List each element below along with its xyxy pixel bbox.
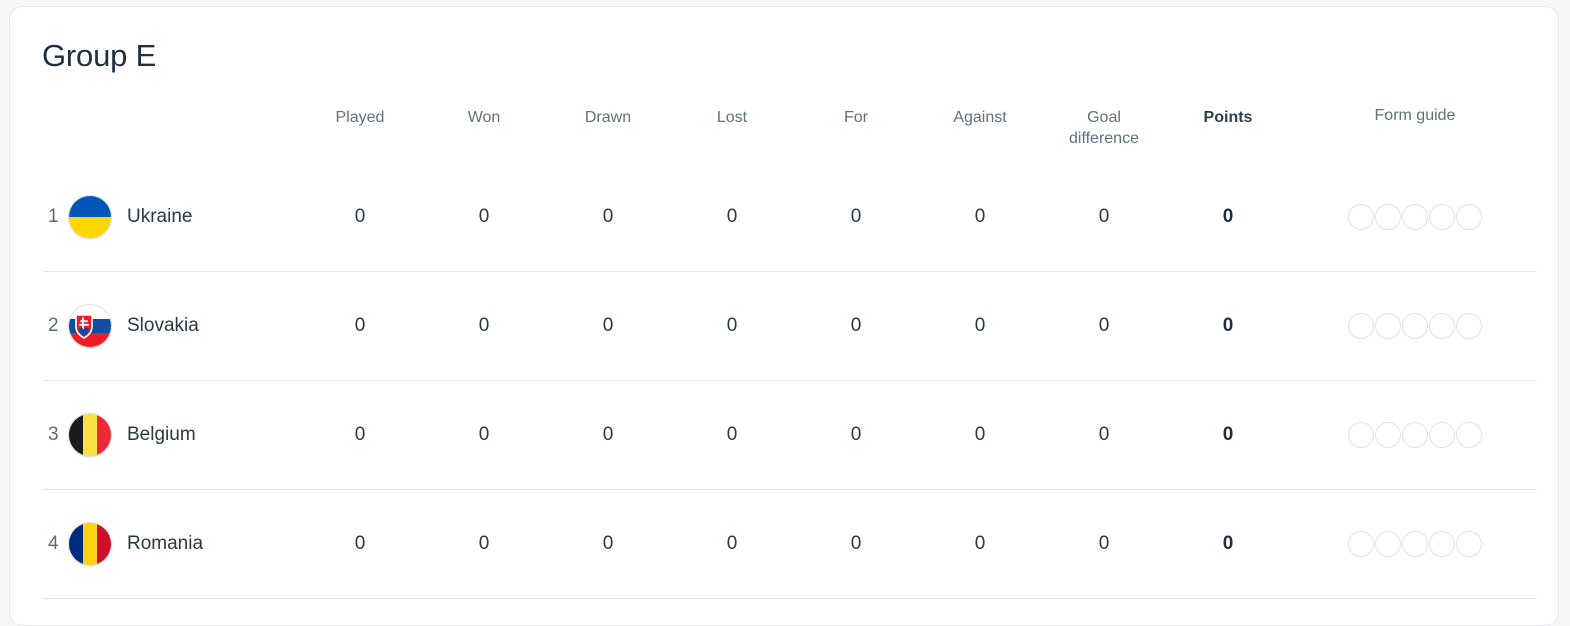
form-guide-cell [1290, 422, 1540, 448]
team-cell[interactable]: 2 Slovakia [43, 305, 298, 347]
cell-points: 0 [1222, 533, 1234, 554]
team-cell[interactable]: 1 Ukraine [43, 196, 298, 238]
header-played: Played [335, 109, 385, 126]
standings-table: Played Won Drawn Lost For Against Goal d… [43, 99, 1537, 599]
table-row-belgium[interactable]: 3 Belgium 0 0 0 0 0 0 0 0 [43, 381, 1537, 490]
cell-goal-difference: 0 [1098, 424, 1110, 445]
cell-played: 0 [354, 533, 366, 554]
cell-points: 0 [1222, 315, 1234, 336]
cell-for: 0 [850, 206, 862, 227]
form-guide-circle-5[interactable] [1455, 313, 1482, 339]
form-guide-cell [1290, 313, 1540, 339]
cell-against: 0 [974, 424, 986, 445]
team-name: Romania [127, 533, 204, 554]
team-cell[interactable]: 4 Romania [43, 523, 298, 565]
cell-against: 0 [974, 533, 986, 554]
form-guide-circle-5[interactable] [1455, 422, 1482, 448]
team-name: Belgium [127, 424, 196, 445]
form-guide-circle-2[interactable] [1374, 204, 1401, 230]
rank-number: 3 [48, 424, 59, 445]
cell-goal-difference: 0 [1098, 206, 1110, 227]
form-guide-circle-4[interactable] [1428, 313, 1455, 339]
header-goal-difference-line1: Goal [1087, 109, 1121, 126]
cell-drawn: 0 [602, 206, 614, 227]
form-guide-circle-4[interactable] [1428, 531, 1455, 557]
group-standings-card: Group E Played Won Drawn Lost For Agains… [9, 6, 1559, 626]
form-guide-circle-1[interactable] [1347, 204, 1374, 230]
table-row-slovakia[interactable]: 2 Slovakia 0 0 0 0 0 0 0 0 [43, 272, 1537, 381]
form-guide-circle-5[interactable] [1455, 531, 1482, 557]
form-guide-cell [1290, 204, 1540, 230]
header-points: Points [1203, 109, 1253, 126]
form-guide-circle-3[interactable] [1401, 204, 1428, 230]
form-guide-circle-3[interactable] [1401, 313, 1428, 339]
form-guide-circle-2[interactable] [1374, 531, 1401, 557]
form-guide-circle-1[interactable] [1347, 313, 1374, 339]
cell-lost: 0 [726, 424, 738, 445]
team-name: Slovakia [127, 315, 199, 336]
cell-against: 0 [974, 315, 986, 336]
flag-belgium-icon [69, 414, 111, 456]
header-lost: Lost [716, 109, 748, 126]
cell-against: 0 [974, 206, 986, 227]
cell-for: 0 [850, 315, 862, 336]
cell-drawn: 0 [602, 315, 614, 336]
cell-drawn: 0 [602, 533, 614, 554]
form-guide-circle-3[interactable] [1401, 531, 1428, 557]
header-won: Won [467, 109, 501, 126]
cell-for: 0 [850, 533, 862, 554]
header-goal-difference-line2: difference [1069, 130, 1139, 148]
cell-points: 0 [1222, 206, 1234, 227]
form-guide-circle-4[interactable] [1428, 204, 1455, 230]
table-header-row: Played Won Drawn Lost For Against Goal d… [43, 99, 1537, 163]
form-guide-circle-2[interactable] [1374, 422, 1401, 448]
team-cell[interactable]: 3 Belgium [43, 414, 298, 456]
cell-points: 0 [1222, 424, 1234, 445]
cell-drawn: 0 [602, 424, 614, 445]
header-for: For [844, 109, 868, 126]
table-row-romania[interactable]: 4 Romania 0 0 0 0 0 0 0 0 [43, 490, 1537, 599]
cell-lost: 0 [726, 533, 738, 554]
header-goal-difference: Goal difference [1042, 107, 1166, 149]
cell-won: 0 [478, 315, 490, 336]
header-drawn: Drawn [584, 109, 632, 126]
rank-number: 2 [48, 315, 59, 336]
form-guide-circle-4[interactable] [1428, 422, 1455, 448]
cell-won: 0 [478, 424, 490, 445]
team-name: Ukraine [127, 206, 193, 227]
cell-played: 0 [354, 315, 366, 336]
header-against: Against [953, 109, 1007, 126]
cell-won: 0 [478, 206, 490, 227]
form-guide-circle-2[interactable] [1374, 313, 1401, 339]
cell-lost: 0 [726, 315, 738, 336]
form-guide-circle-1[interactable] [1347, 422, 1374, 448]
flag-ukraine-icon [69, 196, 111, 238]
flag-slovakia-icon [69, 305, 111, 347]
flag-romania-icon [69, 523, 111, 565]
cell-goal-difference: 0 [1098, 533, 1110, 554]
form-guide-circle-1[interactable] [1347, 531, 1374, 557]
page-title: Group E [42, 38, 157, 73]
cell-won: 0 [478, 533, 490, 554]
cell-for: 0 [850, 424, 862, 445]
header-form-guide: Form guide [1374, 107, 1456, 124]
table-row-ukraine[interactable]: 1 Ukraine 0 0 0 0 0 0 0 0 [43, 163, 1537, 272]
cell-goal-difference: 0 [1098, 315, 1110, 336]
rank-number: 4 [48, 533, 59, 554]
form-guide-circle-5[interactable] [1455, 204, 1482, 230]
form-guide-cell [1290, 531, 1540, 557]
rank-number: 1 [48, 206, 59, 227]
cell-played: 0 [354, 206, 366, 227]
cell-lost: 0 [726, 206, 738, 227]
table-body: 1 Ukraine 0 0 0 0 0 0 0 0 2 Slovakia 0 0… [43, 163, 1537, 599]
cell-played: 0 [354, 424, 366, 445]
form-guide-circle-3[interactable] [1401, 422, 1428, 448]
